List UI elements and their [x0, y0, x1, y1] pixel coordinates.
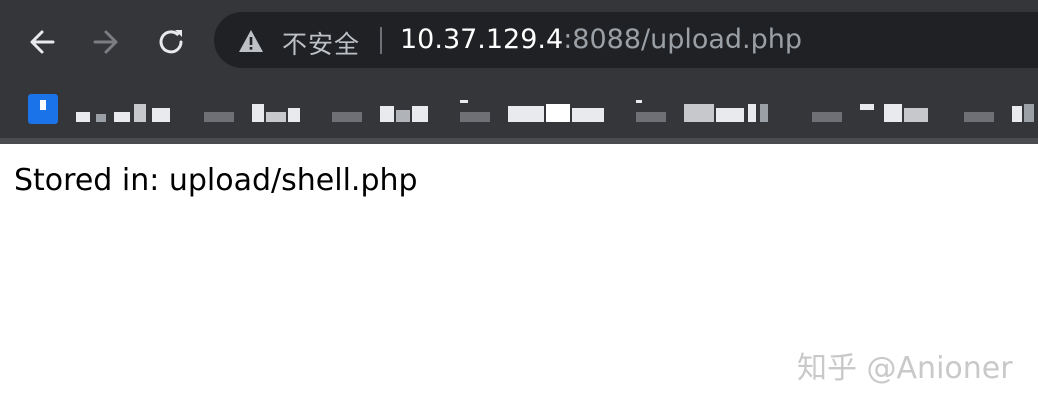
upload-result-message: Stored in: upload/shell.php — [14, 163, 418, 198]
warning-triangle-icon[interactable] — [238, 29, 264, 53]
arrow-right-icon — [93, 30, 118, 54]
bookmarks-bar — [0, 84, 1038, 134]
bookmark-favicon-icon — [28, 94, 58, 124]
bookmark-item[interactable] — [460, 92, 608, 126]
address-bar[interactable]: 不安全 10.37.129.4:8088/upload.php — [214, 12, 1038, 68]
bookmark-item[interactable] — [204, 92, 304, 126]
url-text[interactable]: 10.37.129.4:8088/upload.php — [400, 24, 802, 55]
reload-icon — [159, 30, 183, 54]
omnibox-divider — [380, 27, 382, 54]
bookmark-item[interactable] — [964, 92, 1038, 126]
back-button[interactable] — [22, 22, 62, 62]
bookmark-item[interactable] — [636, 92, 772, 126]
security-label[interactable]: 不安全 — [282, 25, 360, 61]
bookmark-item[interactable] — [28, 92, 174, 126]
bookmark-item[interactable] — [332, 92, 432, 126]
arrow-left-icon — [30, 30, 55, 54]
forward-button[interactable] — [86, 22, 126, 62]
bookmark-item[interactable] — [812, 92, 936, 126]
watermark: 知乎 @Anioner — [797, 351, 1013, 386]
browser-toolbar: 不安全 10.37.129.4:8088/upload.php — [0, 0, 1038, 144]
reload-button[interactable] — [151, 22, 191, 62]
url-path: :8088/upload.php — [563, 24, 803, 55]
url-host: 10.37.129.4 — [400, 24, 564, 55]
toolbar-bottom-edge — [0, 138, 1038, 144]
